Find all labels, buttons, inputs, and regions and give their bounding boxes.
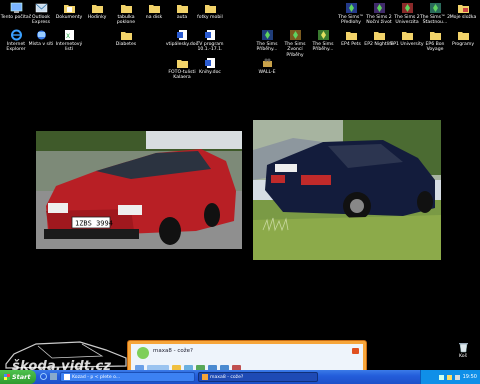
- start-label: Start: [12, 373, 31, 381]
- desktop-icon-label: EP6 Bon Voyage: [425, 42, 445, 53]
- folder-icon: [175, 56, 189, 69]
- system-tray: 19:50: [420, 370, 480, 384]
- folder-icon: [428, 28, 442, 41]
- sims-icon: [344, 1, 358, 14]
- desktop-icon-wall-e[interactable]: WALL-E: [250, 56, 284, 75]
- recycle-bin-icon: [456, 340, 470, 353]
- internet-explorer-icon: [9, 28, 23, 41]
- folder-icon: [203, 1, 217, 14]
- desktop-icon-label: The Sims™ Předlohy: [338, 15, 364, 26]
- chat-window-body: maxa8 - cože?: [131, 344, 363, 372]
- sims-icon: [400, 1, 414, 14]
- word-document-icon: [175, 28, 189, 41]
- desktop-icon-label: The Sims Příběhy...: [256, 42, 278, 53]
- sims-icon: [428, 1, 442, 14]
- folder-icon: [90, 1, 104, 14]
- desktop-icon-label: Koš: [459, 354, 467, 359]
- word-document-icon: [203, 28, 217, 41]
- red-car-photo: 1ZBS 3994: [36, 131, 242, 249]
- blue-car-photo: [253, 120, 441, 260]
- folder-icon: [147, 1, 161, 14]
- folder-icon: [175, 1, 189, 14]
- desktop-icon-label: Místa v síti: [28, 42, 54, 47]
- my-computer-icon: [9, 1, 23, 14]
- desktop-icon-programy[interactable]: Programy: [446, 28, 480, 47]
- wall-e-icon: [260, 56, 274, 69]
- chat-app-icon: [202, 374, 208, 380]
- desktop-icon-label: Moje složka: [449, 15, 477, 20]
- word-document-icon: [203, 56, 217, 69]
- desktop: Tento počítač Outlook Express Dokumenty …: [0, 0, 480, 374]
- desktop-icon-label: FOTO-tulisti Kalaera: [168, 70, 196, 81]
- taskbar-item[interactable]: Kozad - p < plete o...: [60, 372, 195, 382]
- tray-icon[interactable]: [438, 374, 444, 380]
- desktop-icon-label: Internetový listí: [55, 42, 83, 53]
- desktop-icon-label: fotky mobil: [197, 15, 223, 20]
- folder-icon: [119, 28, 133, 41]
- desktop-icon-label: Dokumenty: [55, 15, 83, 20]
- network-places-icon: [34, 28, 48, 41]
- desktop-icon-label: Outlook Express: [32, 15, 50, 26]
- desktop-icon-label: Programy: [451, 42, 475, 47]
- desktop-icon-tv-program[interactable]: TV program 10.1.-17.1.: [193, 28, 227, 53]
- taskbar: Start Kozad - p < plete o... maxa8 - což…: [0, 370, 480, 384]
- taskbar-item-label: maxa8 - cože?: [210, 374, 244, 380]
- desktop-icon-knihy[interactable]: Knihy.doc: [193, 56, 227, 75]
- folder-icon: [344, 28, 358, 41]
- folder-icon: [372, 28, 386, 41]
- folder-icon: [456, 28, 470, 41]
- ie-quicklaunch-icon[interactable]: [40, 373, 47, 380]
- sims-icon: [372, 1, 386, 14]
- desktop-icon-label: WALL-E: [258, 70, 276, 75]
- taskbar-item-label: Kozad - p < plete o...: [72, 374, 121, 380]
- documents-folder-icon: [62, 1, 76, 14]
- desktop-icon-label: tabulka poklone: [116, 15, 136, 26]
- desktop-icon-label: Hodinky: [87, 15, 107, 20]
- desktop-icon-diabetes[interactable]: Diabetes: [109, 28, 143, 47]
- desktop-icon-label: EP4 Pets: [341, 42, 361, 47]
- chat-avatar-icon: [137, 347, 149, 359]
- quick-launch: [40, 373, 57, 380]
- desktop-icon-internet-shortcut[interactable]: X Internetový listí: [52, 28, 86, 53]
- license-plate: 1ZBS 3994: [75, 220, 113, 228]
- desktop-icon-label: The Sims 2 Noční život: [366, 15, 392, 26]
- show-desktop-icon[interactable]: [50, 373, 57, 380]
- desktop-icon-label: Internet Explorer: [6, 42, 26, 53]
- desktop-icon-label: na disk: [145, 15, 163, 20]
- desktop-icon-label: Diabetes: [115, 42, 137, 47]
- outlook-express-icon: [34, 1, 48, 14]
- volume-icon[interactable]: [454, 374, 460, 380]
- desktop-icon-fotky-mobil[interactable]: fotky mobil: [193, 1, 227, 20]
- internet-shortcut-icon: X: [62, 28, 76, 41]
- chat-window[interactable]: maxa8 - cože?: [127, 340, 367, 372]
- app-icon: [64, 374, 70, 380]
- desktop-icon-label: The Sims Příběhy...: [312, 42, 334, 53]
- folder-icon: [456, 1, 470, 14]
- chat-window-title: maxa8 - cože?: [153, 348, 193, 354]
- folder-icon: [119, 1, 133, 14]
- desktop-icon-label: The Sims 2 Univerzita: [394, 15, 420, 26]
- desktop-icon-label: TV program 10.1.-17.1.: [196, 42, 224, 53]
- folder-icon: [400, 28, 414, 41]
- clock: 19:50: [462, 374, 477, 380]
- desktop-icon-label: auta: [176, 15, 188, 20]
- windows-logo-icon: [4, 374, 10, 380]
- close-icon[interactable]: [352, 348, 359, 354]
- sims-icon: [316, 28, 330, 41]
- desktop-icon-recycle-bin[interactable]: Koš: [446, 340, 480, 359]
- desktop-icon-moje-slozka[interactable]: Moje složka: [446, 1, 480, 20]
- taskbar-item-active[interactable]: maxa8 - cože?: [198, 372, 318, 382]
- start-button[interactable]: Start: [0, 370, 36, 384]
- sims-icon: [288, 28, 302, 41]
- tray-icon[interactable]: [446, 374, 452, 380]
- svg-text:X: X: [66, 33, 70, 40]
- sims-icon: [260, 28, 274, 41]
- desktop-icon-label: Knihy.doc: [199, 70, 221, 75]
